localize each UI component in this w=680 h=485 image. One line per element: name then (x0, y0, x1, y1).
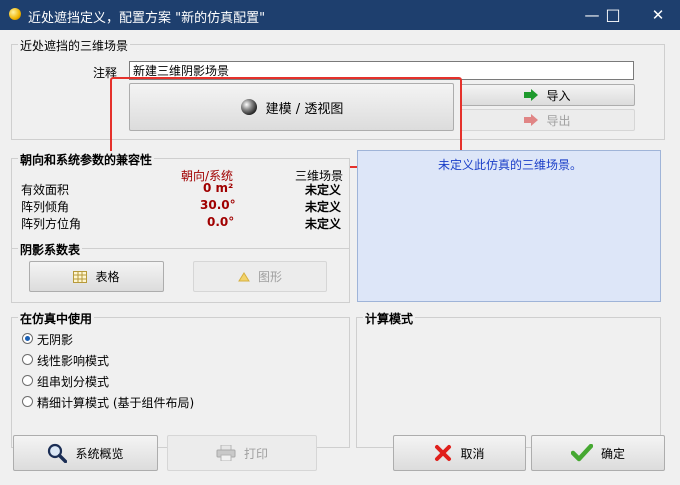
row-orientation-value: 30.0° (200, 198, 236, 212)
graph-icon (238, 271, 250, 282)
shading-group-title: 阴影系数表 (18, 241, 83, 258)
comment-input[interactable] (129, 61, 634, 80)
export-button[interactable]: 导出 (460, 109, 635, 131)
option-label: 线性影响模式 (37, 354, 110, 368)
row-label: 有效面积 (21, 183, 70, 197)
export-arrow-icon (524, 114, 539, 126)
row-scene-value: 未定义 (305, 200, 342, 214)
row-orientation-value: 0.0° (207, 215, 235, 229)
build-perspective-button[interactable]: 建模 / 透视图 (129, 83, 454, 131)
table-button[interactable]: 表格 (29, 261, 164, 292)
import-arrow-icon (524, 89, 539, 101)
radio-string-mode[interactable] (22, 375, 33, 386)
import-label: 导入 (546, 88, 571, 103)
graph-label: 图形 (257, 270, 282, 284)
radio-linear-mode[interactable] (22, 354, 33, 365)
close-button[interactable]: ✕ (636, 0, 680, 30)
info-panel: 未定义此仿真的三维场景。 (357, 150, 661, 302)
option-label: 组串划分模式 (37, 375, 110, 389)
calc-mode-group-title: 计算模式 (363, 310, 416, 327)
table-icon (73, 270, 88, 283)
system-overview-button[interactable]: 系统概览 (13, 435, 158, 471)
search-icon (47, 443, 68, 463)
cancel-x-icon (434, 444, 452, 462)
window-title: 近处遮挡定义，配置方案 "新的仿真配置" (28, 11, 266, 26)
row-label: 阵列方位角 (21, 217, 82, 231)
cancel-label: 取消 (460, 446, 485, 461)
table-label: 表格 (95, 270, 120, 284)
row-scene-value: 未定义 (305, 217, 342, 231)
ok-button[interactable]: 确定 (531, 435, 665, 471)
build-perspective-label: 建模 / 透视图 (265, 101, 344, 117)
import-button[interactable]: 导入 (460, 84, 635, 106)
system-overview-label: 系统概览 (75, 446, 124, 461)
maximize-button[interactable]: □ (591, 0, 635, 30)
params-group-title: 朝向和系统参数的兼容性 (18, 151, 155, 168)
radio-detailed-mode[interactable] (22, 396, 33, 407)
export-label: 导出 (546, 113, 571, 128)
info-message: 未定义此仿真的三维场景。 (438, 158, 583, 172)
title-bar: 近处遮挡定义，配置方案 "新的仿真配置" — □ ✕ (0, 0, 680, 30)
row-label: 阵列倾角 (21, 200, 70, 214)
option-label: 精细计算模式 (基于组件布局) (37, 396, 195, 410)
scene-group-title: 近处遮挡的三维场景 (18, 37, 131, 54)
cancel-button[interactable]: 取消 (393, 435, 526, 471)
comment-label: 注释 (93, 66, 118, 80)
graph-button[interactable]: 图形 (193, 261, 327, 292)
sphere-icon (240, 98, 258, 116)
ok-label: 确定 (600, 446, 625, 461)
calc-mode-group: 计算模式 (356, 310, 661, 448)
usage-group-title: 在仿真中使用 (18, 310, 95, 327)
option-label: 无阴影 (37, 333, 74, 347)
checkmark-icon (570, 444, 593, 462)
row-orientation-value: 0 m² (203, 181, 234, 195)
app-icon (9, 8, 21, 20)
row-scene-value: 未定义 (305, 183, 342, 197)
radio-no-shading[interactable] (22, 333, 33, 344)
dialog-client: 近处遮挡的三维场景 注释 建模 / 透视图 导入 导出 朝向和系统参数的兼容性 … (0, 30, 680, 485)
print-button[interactable]: 打印 (167, 435, 317, 471)
printer-icon (216, 445, 236, 461)
print-label: 打印 (243, 446, 268, 461)
